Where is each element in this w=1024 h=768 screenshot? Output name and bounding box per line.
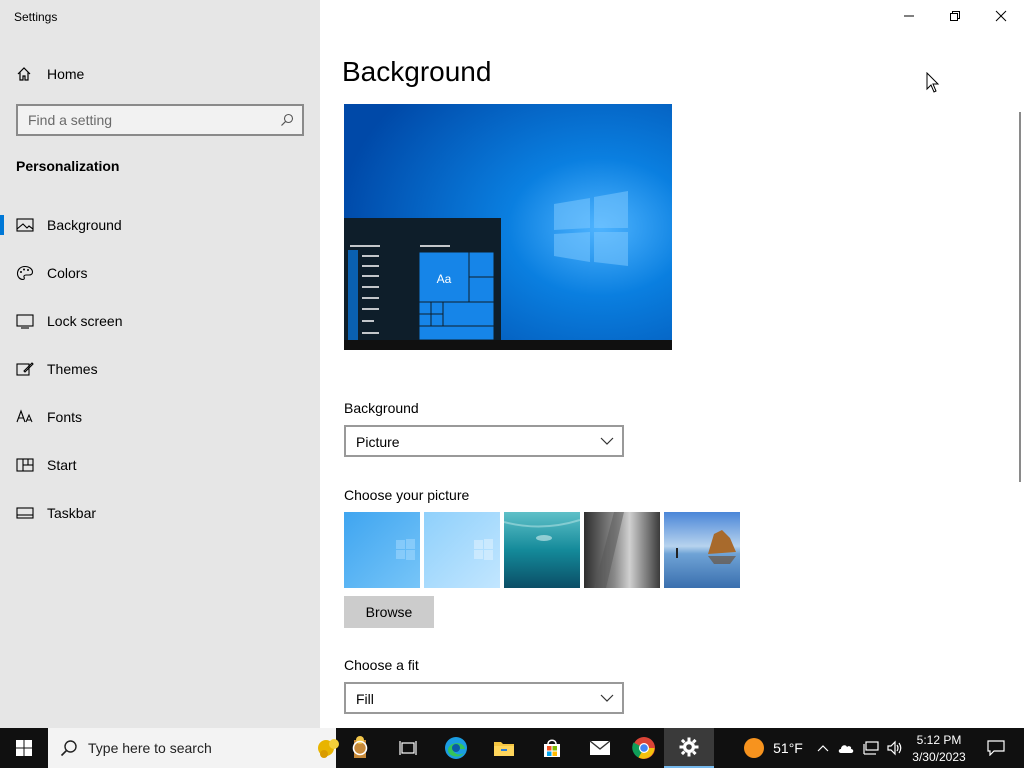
onedrive-button[interactable] [836,728,856,768]
sidebar-item-taskbar[interactable]: Taskbar [0,493,320,533]
minimize-icon [904,15,914,17]
picture-thumbnail-2[interactable] [424,512,500,588]
sun-icon [744,738,765,758]
sidebar-item-themes[interactable]: Themes [0,349,320,389]
sidebar-item-label: Lock screen [47,313,123,329]
sidebar-item-label: Start [47,457,77,473]
home-label: Home [47,66,85,82]
sidebar-item-label: Background [47,217,122,233]
fit-label: Choose a fit [344,657,419,673]
gear-icon [679,737,699,757]
clock-date: 3/30/2023 [912,749,966,764]
background-label: Background [344,400,419,416]
restore-button[interactable] [932,0,978,32]
app-title: Settings [14,10,58,24]
windows-icon [16,740,32,756]
close-button[interactable] [978,0,1024,32]
start-icon [16,458,34,472]
chevron-up-icon [817,745,829,752]
volume-button[interactable] [884,728,906,768]
sidebar-item-label: Themes [47,361,98,377]
mail-icon [589,740,611,755]
sidebar-item-background[interactable]: Background [0,205,320,245]
network-icon [863,741,879,755]
volume-icon [887,740,902,756]
weather-temp: 51°F [773,740,803,756]
active-indicator [0,215,4,235]
clock[interactable]: 5:12 PM 3/30/2023 [906,728,972,768]
background-dropdown[interactable]: Picture [344,425,624,457]
search-icon[interactable] [280,113,294,127]
search-input[interactable] [28,112,268,128]
sidebar-item-label: Taskbar [47,505,97,521]
sidebar: Settings Home Personalization Background… [0,0,320,728]
start-button[interactable] [0,728,48,768]
clock-time: 5:12 PM [916,732,962,747]
search-box[interactable] [16,104,304,136]
background-preview: Aa [344,104,672,350]
chrome-button[interactable] [624,728,664,768]
file-explorer-button[interactable] [480,728,528,768]
lock-screen-icon [16,314,34,329]
fit-dropdown-value: Fill [356,691,374,707]
themes-icon [16,362,34,376]
minimize-button[interactable] [886,0,932,32]
cortana-button[interactable] [336,728,384,768]
task-view-button[interactable] [384,728,432,768]
settings-taskbar-button[interactable] [664,728,714,768]
picture-thumbnail-5[interactable] [664,512,740,588]
sidebar-item-colors[interactable]: Colors [0,253,320,293]
sidebar-item-label: Colors [47,265,88,281]
fonts-icon [16,409,33,423]
picture-icon [16,218,34,232]
browse-button[interactable]: Browse [344,596,434,628]
taskbar: Type here to search 51°F 5:12 PM 3/30/20… [0,728,1024,768]
show-hidden-icons-button[interactable] [814,728,832,768]
network-button[interactable] [860,728,882,768]
edge-button[interactable] [432,728,480,768]
chevron-down-icon [600,694,614,702]
sidebar-item-fonts[interactable]: Fonts [0,397,320,437]
picture-thumbnail-3[interactable] [504,512,580,588]
background-dropdown-value: Picture [356,434,400,450]
preview-tile-text: Aa [437,272,452,286]
mouse-cursor-icon [926,72,940,93]
store-icon [544,739,560,757]
home-link[interactable]: Home [16,62,84,86]
home-icon [17,67,31,81]
chevron-down-icon [600,437,614,445]
restore-icon [950,11,960,21]
cortana-icon [352,740,368,756]
fit-dropdown[interactable]: Fill [344,682,624,714]
picture-thumbnail-1[interactable] [344,512,420,588]
chrome-icon [632,737,655,759]
page-title: Background [342,56,492,87]
mail-button[interactable] [576,728,624,768]
notification-icon [987,740,1005,756]
taskbar-search-box[interactable]: Type here to search [48,728,366,768]
edge-icon [445,737,467,759]
palette-icon [16,265,34,281]
folder-icon [494,742,514,756]
scrollbar[interactable] [1019,112,1021,482]
picture-thumbnail-4[interactable] [584,512,660,588]
taskbar-search-placeholder: Type here to search [88,740,212,756]
close-icon [995,10,1007,22]
sidebar-item-lock-screen[interactable]: Lock screen [0,301,320,341]
notifications-button[interactable] [976,728,1016,768]
search-icon [60,740,77,757]
choose-picture-label: Choose your picture [344,487,470,503]
sidebar-item-start[interactable]: Start [0,445,320,485]
sidebar-item-label: Fonts [47,409,83,425]
weather-widget[interactable]: 51°F [738,728,808,768]
cloud-icon [838,745,854,753]
section-title: Personalization [16,158,120,174]
taskbar-icon [16,507,34,519]
store-button[interactable] [528,728,576,768]
task-view-icon [399,741,417,755]
